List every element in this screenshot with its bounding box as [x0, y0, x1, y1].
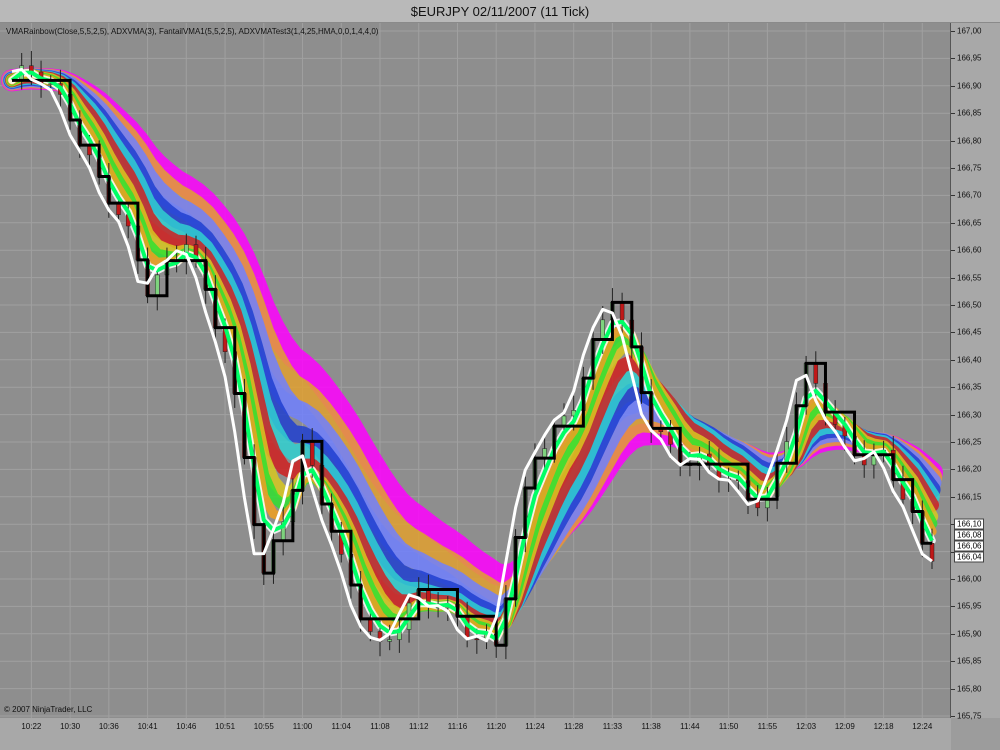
price-tick-label: 166,80 [957, 136, 982, 146]
price-tick-mark [951, 661, 955, 663]
price-tick-label: 165,90 [957, 629, 982, 639]
time-tick-label: 11:44 [680, 722, 700, 731]
price-tick-label: 166,50 [957, 300, 982, 310]
price-tick-label: 167,00 [957, 26, 982, 36]
price-tick-mark [951, 140, 955, 142]
price-tick-mark [951, 58, 955, 60]
price-tick-label: 166,85 [957, 108, 982, 118]
price-tick-label: 166,40 [957, 355, 982, 365]
price-tick-label: 166,95 [957, 53, 982, 63]
price-tick-label: 165,80 [957, 684, 982, 694]
price-tick-mark [951, 222, 955, 224]
time-axis[interactable]: 10:22 10:30 10:36 10:41 10:46 10:51 10:55 11:00… [0, 718, 951, 750]
price-tick-mark [951, 332, 955, 334]
price-tick-mark [951, 496, 955, 498]
last-price-label: 166,06 [954, 540, 985, 552]
time-tick-label: 11:50 [718, 722, 739, 731]
price-tick-mark [951, 277, 955, 279]
price-tick-mark [951, 113, 955, 115]
time-tick-label: 12:24 [912, 722, 933, 731]
price-tick-label: 166,70 [957, 190, 982, 200]
price-tick-label: 165,75 [957, 711, 982, 721]
price-tick-label: 166,00 [957, 574, 982, 584]
time-tick-label: 10:55 [253, 722, 274, 731]
price-tick-mark [951, 606, 955, 608]
price-tick-mark [951, 633, 955, 635]
time-tick-label: 10:30 [60, 722, 81, 731]
price-tick-mark [951, 414, 955, 416]
indicator-legend: VMARainbow(Close,5,5,2,5), ADXVMA(3), Fa… [6, 27, 379, 36]
time-tick-label: 10:22 [21, 722, 42, 731]
time-tick-label: 11:55 [757, 722, 778, 731]
price-tick-label: 165,95 [957, 601, 982, 611]
price-axis[interactable]: 167,00 166,95 166,90 166,85 166,80 166,75 166,… [951, 23, 1000, 721]
price-tick-mark [951, 469, 955, 471]
price-tick-label: 166,90 [957, 81, 982, 91]
price-tick-label: 166,65 [957, 218, 982, 228]
price-tick-label: 166,55 [957, 273, 982, 283]
last-price-label: 166,10 [954, 518, 985, 530]
time-tick-label: 11:24 [525, 722, 545, 731]
chart-window: $EURJPY 02/11/2007 (11 Tick) VMARainbow(… [0, 0, 1000, 750]
time-tick-label: 12:18 [873, 722, 894, 731]
price-chart-panel[interactable]: VMARainbow(Close,5,5,2,5), ADXVMA(3), Fa… [0, 23, 951, 719]
price-tick-label: 166,20 [957, 464, 982, 474]
price-tick-mark [951, 442, 955, 443]
price-tick-label: 166,15 [957, 492, 982, 502]
copyright-text: © 2007 NinjaTrader, LLC [4, 705, 93, 714]
time-tick-label: 12:09 [834, 722, 855, 731]
price-tick-label: 165,85 [957, 656, 982, 666]
price-tick-mark [951, 31, 955, 32]
time-tick-label: 11:12 [409, 722, 429, 731]
time-tick-label: 10:51 [215, 722, 236, 731]
price-tick-mark [951, 387, 955, 389]
time-tick-label: 11:20 [486, 722, 506, 731]
time-tick-label: 11:00 [292, 722, 313, 731]
time-tick-label: 11:04 [331, 722, 351, 731]
price-tick-label: 166,60 [957, 245, 982, 255]
price-tick-label: 166,35 [957, 382, 982, 392]
time-tick-label: 11:33 [602, 722, 623, 731]
last-price-label: 166,04 [954, 551, 985, 563]
price-tick-mark [951, 85, 955, 87]
price-tick-label: 166,30 [957, 410, 982, 420]
time-tick-label: 10:36 [98, 722, 119, 731]
price-tick-mark [951, 579, 955, 580]
time-tick-label: 11:08 [370, 722, 390, 731]
time-tick-label: 11:38 [641, 722, 661, 731]
last-price-label: 166,08 [954, 529, 985, 541]
time-tick-label: 10:41 [137, 722, 158, 731]
price-tick-mark [951, 195, 955, 197]
price-tick-label: 166,75 [957, 163, 982, 173]
time-tick-label: 11:28 [563, 722, 584, 731]
price-tick-mark [951, 305, 955, 306]
time-tick-label: 12:03 [796, 722, 817, 731]
price-tick-label: 166,45 [957, 327, 982, 337]
price-tick-mark [951, 168, 955, 169]
price-tick-mark [951, 688, 955, 690]
price-tick-mark [951, 250, 955, 252]
price-chart [0, 23, 950, 718]
time-tick-label: 11:16 [447, 722, 468, 731]
window-title: $EURJPY 02/11/2007 (11 Tick) [0, 0, 1000, 23]
price-tick-label: 166,25 [957, 437, 982, 447]
price-tick-mark [951, 716, 955, 717]
time-tick-label: 10:46 [176, 722, 197, 731]
price-tick-mark [951, 359, 955, 361]
